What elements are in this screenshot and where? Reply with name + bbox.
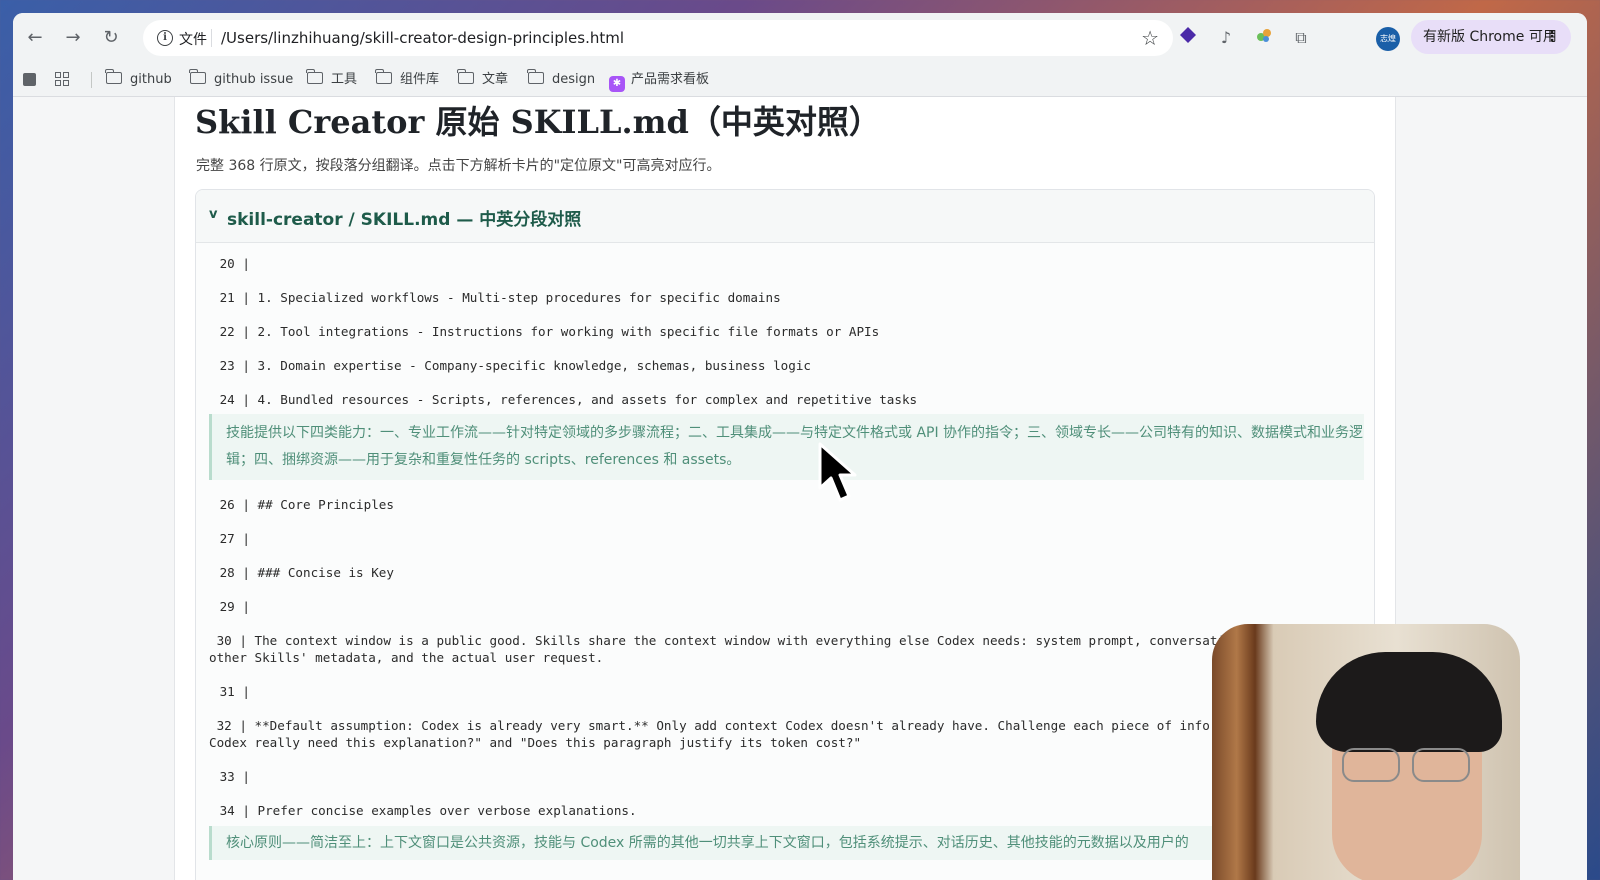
source-line: 31 | [212, 684, 250, 699]
bookmark-label: 产品需求看板 [631, 72, 710, 87]
source-line: 21 | 1. Specialized workflows - Multi-st… [212, 290, 781, 305]
webcam-overlay [1212, 624, 1520, 880]
address-bar[interactable]: i 文件 /Users/linzhihuang/skill-creator-de… [143, 20, 1173, 56]
update-label: 有新版 Chrome 可用 [1423, 29, 1557, 45]
source-line: 26 | ## Core Principles [212, 497, 394, 512]
presenter-hair [1316, 652, 1502, 752]
extension-diamond-icon[interactable] [1176, 26, 1200, 50]
source-line: 28 | ### Concise is Key [212, 565, 394, 580]
source-line: 23 | 3. Domain expertise - Company-speci… [212, 358, 811, 373]
source-line: 30 | The context window is a public good… [209, 633, 1233, 665]
bookmark-components[interactable]: 组件库 [375, 69, 440, 89]
bookmark-tools[interactable]: 工具 [306, 69, 358, 89]
chrome-update-button[interactable]: 有新版 Chrome 可用 ⋮ [1411, 20, 1571, 54]
translation-block: 技能提供以下四类能力：一、专业工作流——针对特定领域的多步骤流程；二、工具集成—… [209, 414, 1364, 480]
browser-toolbar: ← → ↻ i 文件 /Users/linzhihuang/skill-crea… [13, 13, 1587, 63]
page-subtitle: 完整 368 行原文，按段落分组翻译。点击下方解析卡片的"定位原文"可高亮对应行… [196, 158, 721, 174]
source-line: 34 | Prefer concise examples over verbos… [212, 803, 637, 818]
bookmark-github-issue[interactable]: github issue [189, 69, 294, 89]
glasses-icon [1342, 748, 1400, 782]
glasses-icon [1412, 748, 1470, 782]
panel-header[interactable]: v skill-creator / SKILL.md — 中英分段对照 [196, 190, 1374, 243]
bookmark-articles[interactable]: 文章 [457, 69, 509, 89]
tab-strip-icon[interactable] [23, 73, 36, 86]
scheme-label: 文件 [179, 32, 207, 48]
panel-title: skill-creator / SKILL.md — 中英分段对照 [227, 210, 582, 230]
menu-dots-icon[interactable]: ⋮ [1545, 20, 1559, 54]
chevron-down-icon[interactable]: v [209, 207, 217, 222]
source-line: 24 | 4. Bundled resources - Scripts, ref… [212, 392, 918, 407]
source-line: 29 | [212, 599, 250, 614]
folder-icon [457, 69, 474, 84]
app-icon: ✱ [609, 76, 625, 92]
info-icon[interactable]: i [157, 30, 173, 46]
profile-avatar[interactable]: 志煌 [1376, 27, 1400, 51]
bookmark-label: github issue [214, 72, 294, 87]
folder-icon [527, 69, 544, 84]
apps-grid-icon[interactable] [55, 72, 70, 87]
bookmark-label: 文章 [482, 72, 509, 87]
bookmark-github[interactable]: github [105, 69, 172, 89]
bookmark-label: design [552, 72, 596, 87]
divider [91, 72, 92, 88]
divider [211, 29, 212, 47]
folder-icon [306, 69, 323, 84]
extension-mic-icon[interactable]: ♪ [1214, 26, 1238, 50]
reload-icon[interactable]: ↻ [99, 26, 123, 50]
bookmark-label: 工具 [331, 72, 358, 87]
forward-icon[interactable]: → [61, 26, 85, 50]
bookmarks-bar: github github issue 工具 组件库 文章 design ✱ 产品… [13, 63, 1587, 97]
bookmark-design[interactable]: design [527, 69, 596, 89]
source-line: 27 | [212, 531, 250, 546]
star-icon[interactable]: ☆ [1141, 26, 1159, 50]
url-text[interactable]: /Users/linzhihuang/skill-creator-design-… [221, 29, 624, 47]
mouse-cursor-icon [818, 442, 857, 502]
skill-panel: v skill-creator / SKILL.md — 中英分段对照 20 |… [195, 189, 1375, 880]
bookmark-label: github [130, 72, 172, 87]
source-line: 20 | [212, 256, 250, 271]
folder-icon [375, 69, 392, 84]
folder-icon [189, 69, 206, 84]
translation-block: 核心原则——简洁至上：上下文窗口是公共资源，技能与 Codex 所需的其他一切共… [209, 826, 1364, 860]
bookmark-product-board[interactable]: ✱ 产品需求看板 [609, 71, 710, 92]
page-title: Skill Creator 原始 SKILL.md（中英对照） [195, 103, 881, 141]
extensions-puzzle-icon[interactable]: ⧉ [1289, 26, 1313, 50]
extension-colorful-icon[interactable] [1252, 26, 1276, 50]
folder-icon [105, 69, 122, 84]
source-line: 33 | [212, 769, 250, 784]
source-line: 22 | 2. Tool integrations - Instructions… [212, 324, 880, 339]
bookmark-label: 组件库 [400, 72, 440, 87]
back-icon[interactable]: ← [23, 26, 47, 50]
source-line: 32 | **Default assumption: Codex is alre… [209, 718, 1210, 750]
